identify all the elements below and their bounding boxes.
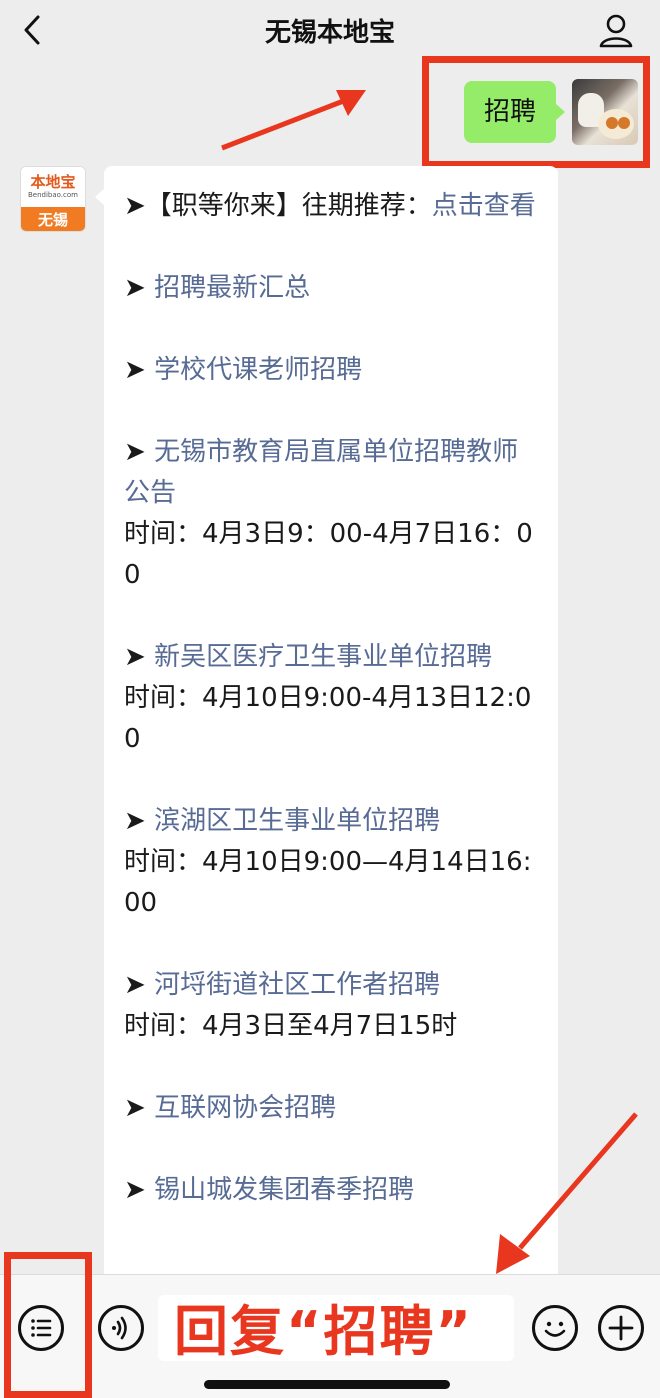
avatar-brand: 本地宝 (30, 173, 76, 191)
link-xinwu-medical[interactable]: 新吴区医疗卫生事业单位招聘 (154, 642, 492, 672)
top-bar: 无锡本地宝 (0, 0, 660, 60)
official-account-avatar[interactable]: 本地宝 Bendibao.com 无锡 (20, 166, 86, 232)
link-xishan-group[interactable]: 锡山城发集团春季招聘 (154, 1175, 414, 1205)
arrow-glyph: ➤ (124, 273, 146, 303)
link-substitute-teacher[interactable]: 学校代课老师招聘 (154, 355, 362, 385)
reply-instruction: 回复“招聘” (174, 1300, 473, 1363)
arrow-glyph: ➤ (124, 1175, 146, 1205)
link-latest-summary[interactable]: 招聘最新汇总 (154, 273, 310, 303)
avatar-site: Bendibao.com (27, 191, 78, 199)
page-title: 无锡本地宝 (264, 18, 395, 48)
arrow-glyph: ➤ (124, 437, 146, 467)
highlight-box-sent (422, 56, 650, 168)
time-text: 时间：4月3日9：00-4月7日16：00 (124, 519, 533, 590)
link-internet-association[interactable]: 互联网协会招聘 (154, 1093, 336, 1123)
emoji-icon[interactable] (532, 1305, 578, 1351)
message-text: ➤【职等你来】往期推荐： (124, 191, 432, 221)
arrow-glyph: ➤ (124, 355, 146, 385)
red-arrow-top (221, 90, 366, 151)
profile-icon[interactable] (598, 12, 634, 48)
link-binhu-health[interactable]: 滨湖区卫生事业单位招聘 (154, 806, 440, 836)
arrow-glyph: ➤ (124, 970, 146, 1000)
home-indicator (204, 1380, 450, 1389)
view-past-link[interactable]: 点击查看 (432, 191, 536, 221)
link-helie-community[interactable]: 河埒街道社区工作者招聘 (154, 970, 440, 1000)
time-text: 时间：4月10日9:00—4月14日16:00 (124, 847, 532, 918)
time-text: 时间：4月3日至4月7日15时 (124, 1011, 458, 1041)
link-education-bureau[interactable]: 无锡市教育局直属单位招聘教师公告 (124, 437, 518, 508)
highlight-box-menu (4, 1252, 92, 1398)
plus-icon[interactable] (598, 1305, 644, 1351)
red-arrow-bottom (496, 1112, 638, 1274)
voice-icon[interactable] (98, 1305, 144, 1351)
message-line: ➤【职等你来】往期推荐：点击查看 (124, 186, 540, 227)
arrow-glyph: ➤ (124, 806, 146, 836)
arrow-glyph: ➤ (124, 642, 146, 672)
time-text: 时间：4月10日9:00-4月13日12:00 (124, 683, 532, 754)
avatar-city: 无锡 (21, 207, 85, 231)
arrow-glyph: ➤ (124, 1093, 146, 1123)
